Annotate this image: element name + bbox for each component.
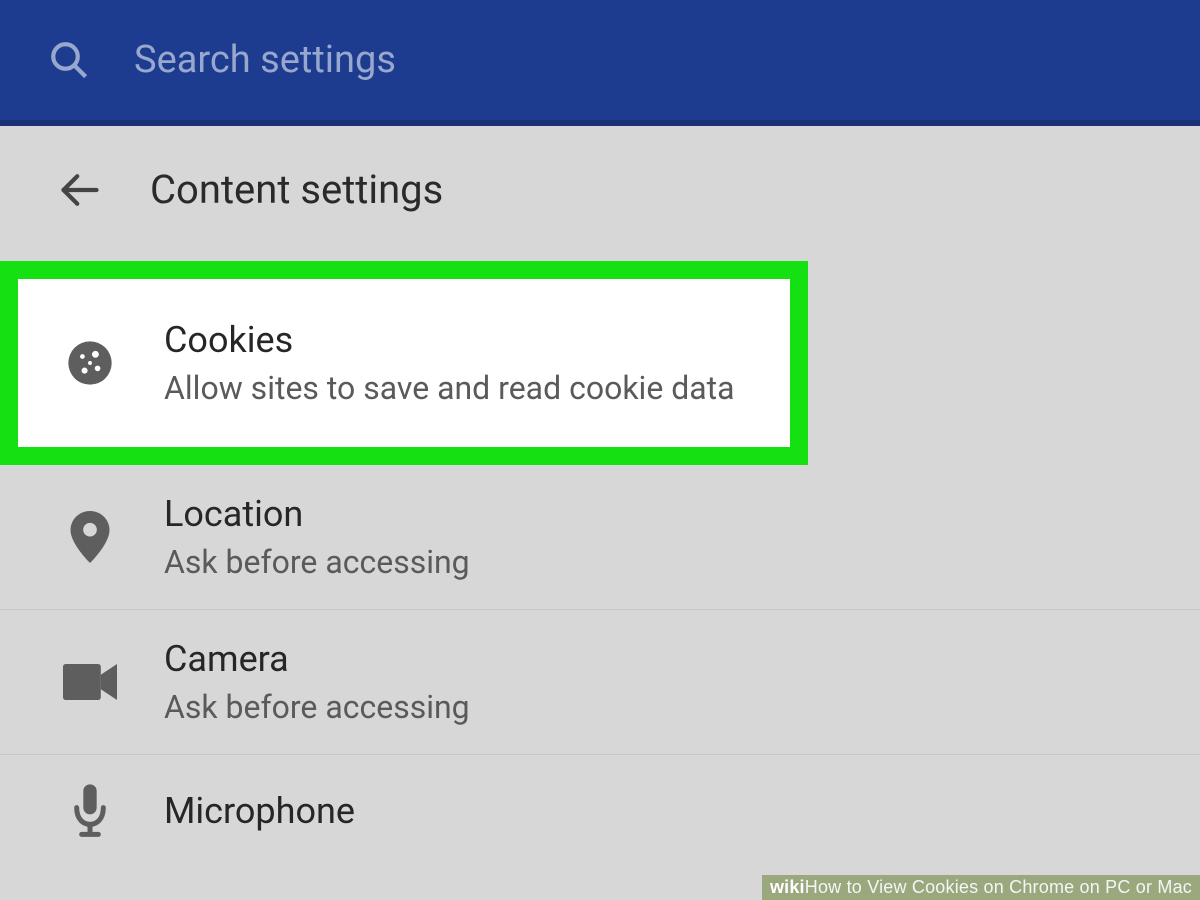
row-title: Camera [164, 638, 470, 680]
settings-row-cookies[interactable]: Cookies Allow sites to save and read coo… [18, 279, 790, 447]
camera-icon [62, 654, 118, 710]
page-header: Content settings [0, 166, 1200, 261]
row-title: Microphone [164, 790, 355, 832]
watermark: wikiHow to View Cookies on Chrome on PC … [762, 875, 1200, 900]
watermark-text: How to View Cookies on Chrome on PC or M… [805, 877, 1192, 897]
row-text: Cookies Allow sites to save and read coo… [164, 319, 735, 407]
page-title: Content settings [150, 166, 443, 213]
content-area: Content settings Cookies Allow sites to … [0, 126, 1200, 867]
row-subtitle: Allow sites to save and read cookie data [164, 369, 735, 407]
settings-row-location[interactable]: Location Ask before accessing [0, 465, 1200, 610]
row-subtitle: Ask before accessing [164, 688, 470, 726]
highlight-box: Cookies Allow sites to save and read coo… [0, 261, 808, 465]
search-icon [48, 39, 90, 81]
row-text: Microphone [164, 790, 355, 832]
row-title: Location [164, 493, 470, 535]
row-subtitle: Ask before accessing [164, 543, 470, 581]
settings-row-microphone[interactable]: Microphone [0, 755, 1200, 867]
watermark-prefix: wiki [770, 877, 805, 897]
row-text: Location Ask before accessing [164, 493, 470, 581]
search-placeholder: Search settings [134, 38, 396, 82]
row-text: Camera Ask before accessing [164, 638, 470, 726]
microphone-icon [62, 783, 118, 839]
location-pin-icon [62, 509, 118, 565]
row-title: Cookies [164, 319, 735, 361]
back-arrow-icon[interactable] [58, 168, 102, 212]
settings-row-camera[interactable]: Camera Ask before accessing [0, 610, 1200, 755]
search-bar[interactable]: Search settings [0, 0, 1200, 126]
cookie-icon [62, 335, 118, 391]
